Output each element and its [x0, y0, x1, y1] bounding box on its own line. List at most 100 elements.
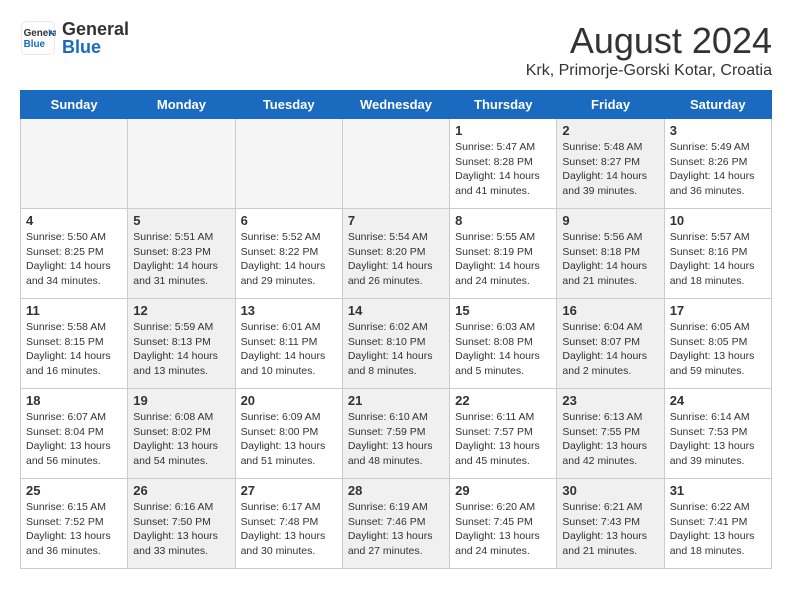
day-number: 1	[455, 123, 551, 138]
calendar-cell: 26 Sunrise: 6:16 AM Sunset: 7:50 PM Dayli…	[128, 479, 235, 569]
day-header-wednesday: Wednesday	[342, 91, 449, 119]
day-number: 26	[133, 483, 229, 498]
logo: General Blue General Blue	[20, 20, 129, 56]
cell-info: Sunrise: 6:14 AM Sunset: 7:53 PM Dayligh…	[670, 410, 766, 469]
cell-info: Sunrise: 6:03 AM Sunset: 8:08 PM Dayligh…	[455, 320, 551, 379]
day-number: 18	[26, 393, 122, 408]
cell-info: Sunrise: 6:08 AM Sunset: 8:02 PM Dayligh…	[133, 410, 229, 469]
calendar-cell: 15Sunrise: 6:03 AM Sunset: 8:08 PM Dayli…	[450, 299, 557, 389]
day-number: 12	[133, 303, 229, 318]
logo-icon: General Blue	[20, 20, 56, 56]
cell-info: Sunrise: 6:13 AM Sunset: 7:55 PM Dayligh…	[562, 410, 658, 469]
calendar-cell: 1 Sunrise: 5:47 AM Sunset: 8:28 PM Daylig…	[450, 119, 557, 209]
day-number: 6	[241, 213, 337, 228]
day-number: 10	[670, 213, 766, 228]
day-number: 3	[670, 123, 766, 138]
day-number: 23	[562, 393, 658, 408]
calendar-cell: 22 Sunrise: 6:11 AM Sunset: 7:57 PM Dayli…	[450, 389, 557, 479]
cell-info: Sunrise: 6:09 AM Sunset: 8:00 PM Dayligh…	[241, 410, 337, 469]
calendar-cell: 3 Sunrise: 5:49 AM Sunset: 8:26 PM Daylig…	[664, 119, 771, 209]
day-headers-row: SundayMondayTuesdayWednesdayThursdayFrid…	[21, 91, 772, 119]
cell-info: Sunrise: 5:52 AM Sunset: 8:22 PM Dayligh…	[241, 230, 337, 289]
location: Krk, Primorje-Gorski Kotar, Croatia	[526, 62, 772, 80]
cell-info: Sunrise: 6:21 AM Sunset: 7:43 PM Dayligh…	[562, 500, 658, 559]
day-number: 11	[26, 303, 122, 318]
calendar-cell: 9Sunrise: 5:56 AM Sunset: 8:18 PM Daylig…	[557, 209, 664, 299]
calendar-cell: 18Sunrise: 6:07 AM Sunset: 8:04 PM Dayli…	[21, 389, 128, 479]
day-number: 20	[241, 393, 337, 408]
cell-info: Sunrise: 5:49 AM Sunset: 8:26 PM Dayligh…	[670, 140, 766, 199]
day-header-friday: Friday	[557, 91, 664, 119]
day-header-saturday: Saturday	[664, 91, 771, 119]
calendar-cell: 2Sunrise: 5:48 AM Sunset: 8:27 PM Daylig…	[557, 119, 664, 209]
calendar-cell: 19Sunrise: 6:08 AM Sunset: 8:02 PM Dayli…	[128, 389, 235, 479]
cell-info: Sunrise: 5:59 AM Sunset: 8:13 PM Dayligh…	[133, 320, 229, 379]
day-number: 4	[26, 213, 122, 228]
cell-info: Sunrise: 5:58 AM Sunset: 8:15 PM Dayligh…	[26, 320, 122, 379]
calendar-cell: 23 Sunrise: 6:13 AM Sunset: 7:55 PM Dayli…	[557, 389, 664, 479]
calendar-cell: 21 Sunrise: 6:10 AM Sunset: 7:59 PM Dayli…	[342, 389, 449, 479]
cell-info: Sunrise: 6:19 AM Sunset: 7:46 PM Dayligh…	[348, 500, 444, 559]
day-number: 29	[455, 483, 551, 498]
day-number: 8	[455, 213, 551, 228]
calendar-cell: 28 Sunrise: 6:19 AM Sunset: 7:46 PM Dayli…	[342, 479, 449, 569]
day-header-monday: Monday	[128, 91, 235, 119]
calendar-cell: 29Sunrise: 6:20 AM Sunset: 7:45 PM Dayli…	[450, 479, 557, 569]
calendar-cell	[128, 119, 235, 209]
day-number: 17	[670, 303, 766, 318]
cell-info: Sunrise: 5:54 AM Sunset: 8:20 PM Dayligh…	[348, 230, 444, 289]
day-number: 7	[348, 213, 444, 228]
calendar-cell: 20 Sunrise: 6:09 AM Sunset: 8:00 PM Dayli…	[235, 389, 342, 479]
cell-info: Sunrise: 6:02 AM Sunset: 8:10 PM Dayligh…	[348, 320, 444, 379]
cell-info: Sunrise: 6:16 AM Sunset: 7:50 PM Dayligh…	[133, 500, 229, 559]
day-header-tuesday: Tuesday	[235, 91, 342, 119]
week-row-5: 25 Sunrise: 6:15 AM Sunset: 7:52 PM Dayli…	[21, 479, 772, 569]
calendar-cell: 17 Sunrise: 6:05 AM Sunset: 8:05 PM Dayli…	[664, 299, 771, 389]
calendar-cell: 13Sunrise: 6:01 AM Sunset: 8:11 PM Dayli…	[235, 299, 342, 389]
logo-text: General Blue	[62, 20, 129, 56]
day-number: 28	[348, 483, 444, 498]
cell-info: Sunrise: 6:15 AM Sunset: 7:52 PM Dayligh…	[26, 500, 122, 559]
day-number: 30	[562, 483, 658, 498]
day-number: 2	[562, 123, 658, 138]
title-area: August 2024 Krk, Primorje-Gorski Kotar, …	[526, 20, 772, 80]
day-number: 9	[562, 213, 658, 228]
cell-info: Sunrise: 5:47 AM Sunset: 8:28 PM Dayligh…	[455, 140, 551, 199]
day-number: 31	[670, 483, 766, 498]
cell-info: Sunrise: 6:17 AM Sunset: 7:48 PM Dayligh…	[241, 500, 337, 559]
cell-info: Sunrise: 6:04 AM Sunset: 8:07 PM Dayligh…	[562, 320, 658, 379]
logo-blue-text: Blue	[62, 38, 129, 56]
calendar-cell: 31Sunrise: 6:22 AM Sunset: 7:41 PM Dayli…	[664, 479, 771, 569]
calendar-table: SundayMondayTuesdayWednesdayThursdayFrid…	[20, 90, 772, 569]
logo-general-text: General	[62, 20, 129, 38]
cell-info: Sunrise: 5:57 AM Sunset: 8:16 PM Dayligh…	[670, 230, 766, 289]
day-number: 24	[670, 393, 766, 408]
day-number: 22	[455, 393, 551, 408]
cell-info: Sunrise: 6:01 AM Sunset: 8:11 PM Dayligh…	[241, 320, 337, 379]
svg-text:Blue: Blue	[24, 39, 46, 50]
day-number: 25	[26, 483, 122, 498]
calendar-cell: 14Sunrise: 6:02 AM Sunset: 8:10 PM Dayli…	[342, 299, 449, 389]
week-row-3: 11 Sunrise: 5:58 AM Sunset: 8:15 PM Dayli…	[21, 299, 772, 389]
calendar-cell: 7 Sunrise: 5:54 AM Sunset: 8:20 PM Daylig…	[342, 209, 449, 299]
week-row-1: 1 Sunrise: 5:47 AM Sunset: 8:28 PM Daylig…	[21, 119, 772, 209]
calendar-cell: 24 Sunrise: 6:14 AM Sunset: 7:53 PM Dayli…	[664, 389, 771, 479]
day-number: 16	[562, 303, 658, 318]
cell-info: Sunrise: 5:50 AM Sunset: 8:25 PM Dayligh…	[26, 230, 122, 289]
day-number: 27	[241, 483, 337, 498]
calendar-cell: 30 Sunrise: 6:21 AM Sunset: 7:43 PM Dayli…	[557, 479, 664, 569]
calendar-cell: 10 Sunrise: 5:57 AM Sunset: 8:16 PM Dayli…	[664, 209, 771, 299]
calendar-cell: 25 Sunrise: 6:15 AM Sunset: 7:52 PM Dayli…	[21, 479, 128, 569]
week-row-4: 18Sunrise: 6:07 AM Sunset: 8:04 PM Dayli…	[21, 389, 772, 479]
month-year: August 2024	[526, 20, 772, 62]
calendar-cell: 4 Sunrise: 5:50 AM Sunset: 8:25 PM Daylig…	[21, 209, 128, 299]
cell-info: Sunrise: 6:11 AM Sunset: 7:57 PM Dayligh…	[455, 410, 551, 469]
day-number: 21	[348, 393, 444, 408]
cell-info: Sunrise: 5:55 AM Sunset: 8:19 PM Dayligh…	[455, 230, 551, 289]
calendar-cell: 16 Sunrise: 6:04 AM Sunset: 8:07 PM Dayli…	[557, 299, 664, 389]
cell-info: Sunrise: 6:10 AM Sunset: 7:59 PM Dayligh…	[348, 410, 444, 469]
cell-info: Sunrise: 6:05 AM Sunset: 8:05 PM Dayligh…	[670, 320, 766, 379]
calendar-cell	[235, 119, 342, 209]
calendar-cell: 8 Sunrise: 5:55 AM Sunset: 8:19 PM Daylig…	[450, 209, 557, 299]
day-header-thursday: Thursday	[450, 91, 557, 119]
